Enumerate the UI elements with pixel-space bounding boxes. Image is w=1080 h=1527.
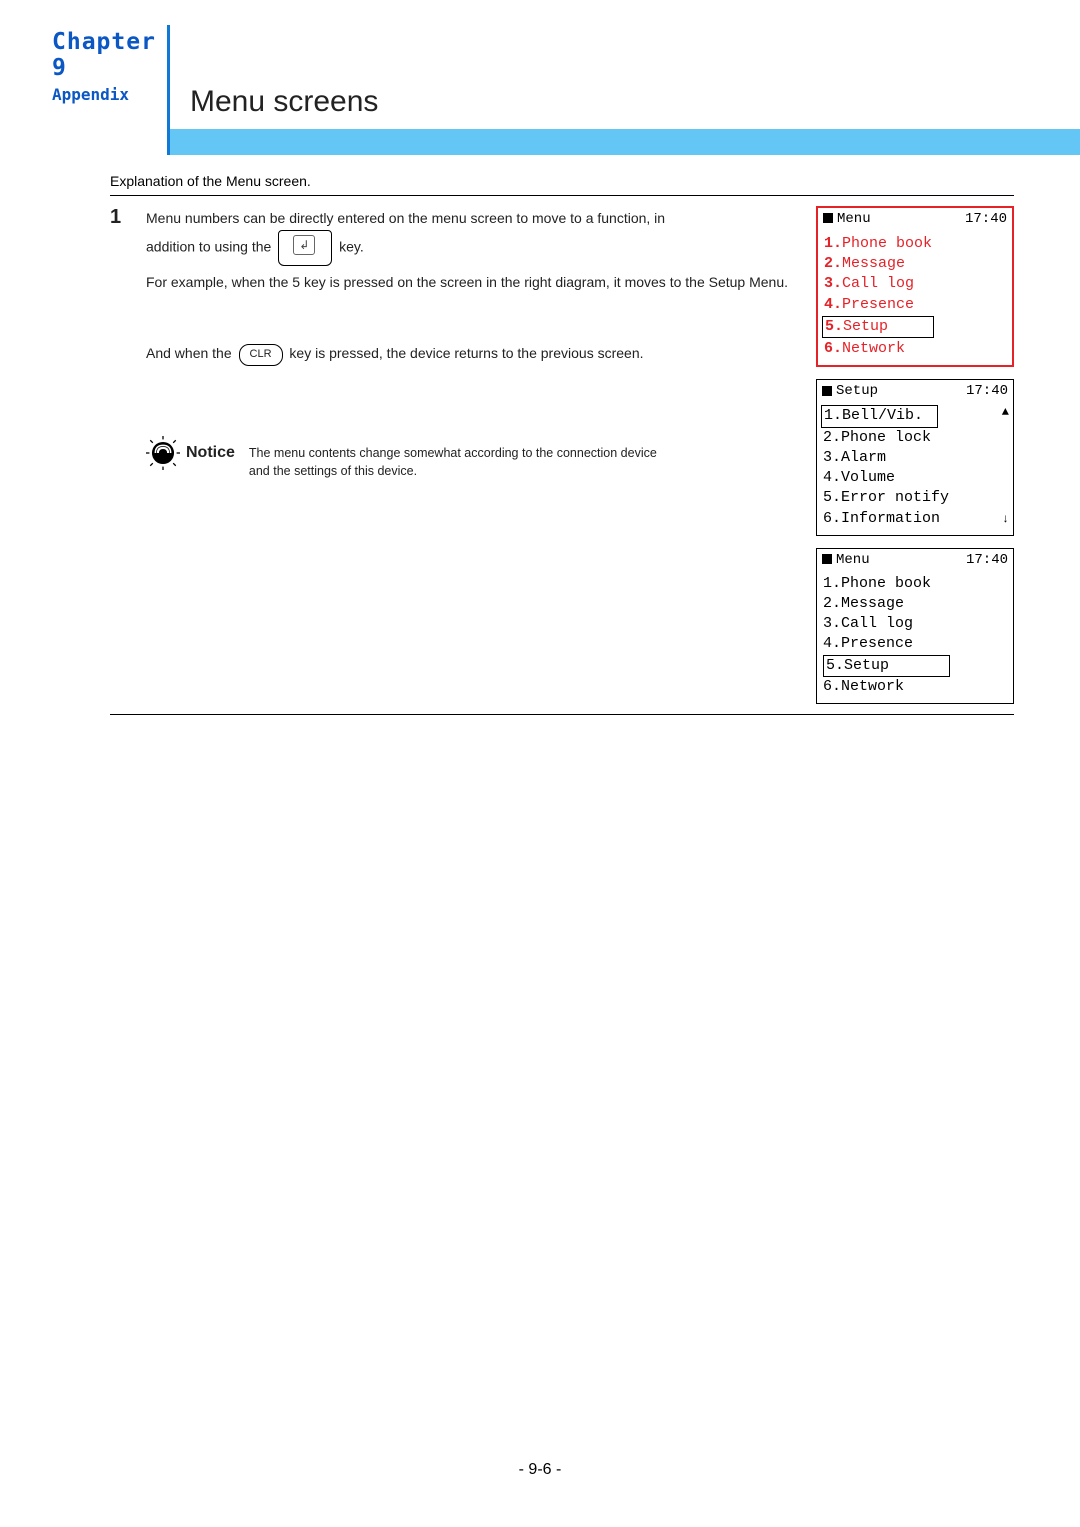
phone1-item4-num: 4. [824,296,842,313]
section-title: Menu screens [170,85,1080,129]
step-body: Menu numbers can be directly entered on … [146,198,804,704]
phone1-item4-txt: Presence [842,296,914,313]
phone2-item5: 5.Error notify [823,488,1007,508]
phone2-title: Setup [836,383,878,399]
clr-key-icon: CLR [239,344,283,366]
section-block: Menu screens [170,25,1080,155]
phone3-item6: 6.Network [823,677,1007,697]
title-square-icon [823,213,833,223]
phone2-titlebar: Setup 17:40 [817,380,1013,403]
p3-text-a: And when the [146,345,232,361]
scroll-up-arrow-icon: ▲ [1002,404,1009,420]
content-area: Explanation of the Menu screen. 1 Menu n… [0,173,1080,715]
p3-text-b: key is pressed, the device returns to th… [289,345,643,361]
phone-screenshots-column: Menu 17:40 1.Phone book 2.Message 3.Call… [816,198,1014,704]
phone1-body: 1.Phone book 2.Message 3.Call log 4.Pres… [818,231,1012,366]
phone2-item1-selected: 1.Bell/Vib. [821,405,938,427]
phone1-item6-txt: Network [842,340,905,357]
page-header: Chapter 9 Appendix Menu screens [0,25,1080,155]
phone1-item3-num: 3. [824,275,842,292]
phone1-item1-num: 1. [824,235,842,252]
phone3-item1: 1.Phone book [823,574,1007,594]
chapter-title: Chapter 9 [52,29,167,81]
phone3-item2: 2.Message [823,594,1007,614]
phone2-time: 17:40 [966,382,1008,401]
phone3-titlebar: Menu 17:40 [817,549,1013,572]
notice-text: The menu contents change somewhat accord… [249,436,657,482]
paragraph-2: For example, when the 5 key is pressed o… [146,272,804,294]
phone1-item2-txt: Message [842,255,905,272]
phone3-body: 1.Phone book 2.Message 3.Call log 4.Pres… [817,572,1013,704]
phone3-time: 17:40 [966,551,1008,570]
page-footer: - 9-6 - [0,1461,1080,1479]
phone1-item2-num: 2. [824,255,842,272]
p1-text-c: key. [339,238,364,254]
phone1-titlebar: Menu 17:40 [818,208,1012,231]
phone2-item6: 6.Information [823,509,1007,529]
phone3-item3: 3.Call log [823,614,1007,634]
phone1-item6-num: 6. [824,340,842,357]
phone-screen-menu: Menu 17:40 1.Phone book 2.Message 3.Call… [816,548,1014,704]
enter-key-icon: ↲ [278,230,332,266]
phone1-time: 17:40 [965,210,1007,229]
notice-label: Notice [186,444,235,462]
intro-text: Explanation of the Menu screen. [110,173,1014,196]
phone1-item5-selected: 5.Setup [822,316,934,338]
step-number: 1 [110,198,134,704]
notice-line1: The menu contents change somewhat accord… [249,446,657,460]
title-square-icon [822,386,832,396]
step-row: 1 Menu numbers can be directly entered o… [110,198,1014,715]
phone3-title: Menu [836,552,870,568]
phone2-body: 1.Bell/Vib. 2.Phone lock 3.Alarm 4.Volum… [817,403,1013,535]
title-square-icon [822,554,832,564]
scroll-down-arrow-icon: ↓ [1002,511,1009,527]
phone2-item4: 4.Volume [823,468,1007,488]
phone2-item2: 2.Phone lock [823,428,1007,448]
paragraph-1: Menu numbers can be directly entered on … [146,208,804,266]
phone1-item3-txt: Call log [842,275,914,292]
phone-screen-setup: Setup 17:40 1.Bell/Vib. 2.Phone lock 3.A… [816,379,1014,535]
p1-text-a: Menu numbers can be directly entered on … [146,210,665,226]
notice-icon [146,436,180,470]
notice-header: Notice [146,436,235,470]
phone1-item1-txt: Phone book [842,235,932,252]
phone-screen-menu-highlighted: Menu 17:40 1.Phone book 2.Message 3.Call… [816,206,1014,367]
phone1-item5-num: 5. [825,318,843,335]
p1-text-b: addition to using the [146,238,271,254]
paragraph-3: And when the CLR key is pressed, the dev… [146,343,804,365]
section-underline [170,129,1080,155]
phone1-item5-txt: Setup [843,318,888,335]
phone3-item5-selected: 5.Setup [823,655,950,677]
enter-key-glyph: ↲ [293,235,315,255]
chapter-block: Chapter 9 Appendix [0,25,170,155]
chapter-subtitle: Appendix [52,85,167,104]
notice-line2: and the settings of this device. [249,464,417,478]
notice-block: Notice The menu contents change somewhat… [146,436,804,482]
phone2-item3: 3.Alarm [823,448,1007,468]
phone1-title: Menu [837,211,871,227]
phone3-item4: 4.Presence [823,634,1007,654]
